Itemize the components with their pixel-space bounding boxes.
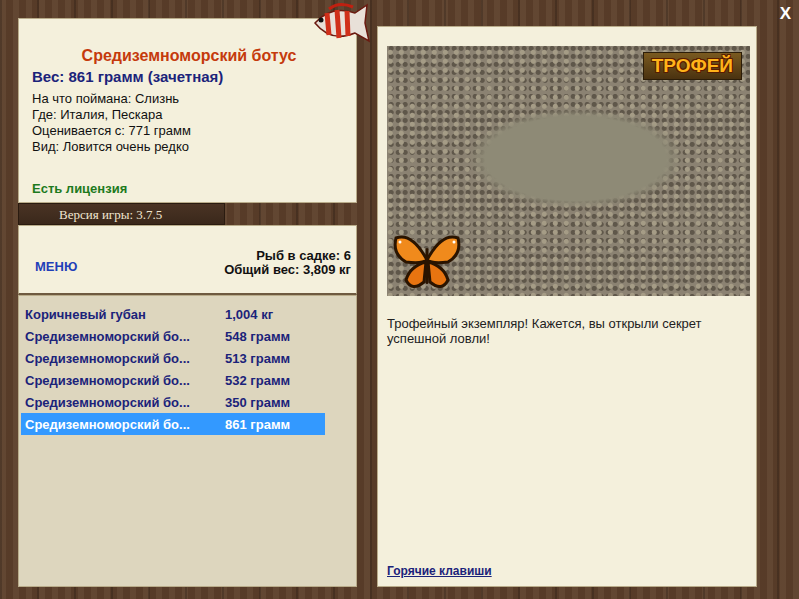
catch-name: Коричневый губан (25, 307, 225, 322)
close-button[interactable]: X (780, 4, 791, 24)
fish-detail: На что поймана: Слизнь (32, 91, 346, 107)
catch-row[interactable]: Средиземноморский бо...350 грамм (21, 391, 325, 413)
total-weight: Общий вес: 3,809 кг (224, 263, 351, 277)
version-label: Версия игры: 3.7.5 (18, 203, 225, 225)
catch-row[interactable]: Средиземноморский бо...513 грамм (21, 347, 325, 369)
catch-weight: 532 грамм (225, 373, 290, 388)
fish-detail: Где: Италия, Пескара (32, 107, 346, 123)
catch-row[interactable]: Средиземноморский бо...861 грамм (21, 413, 325, 435)
catch-weight: 350 грамм (225, 395, 290, 410)
catch-message: Трофейный экземпляр! Кажется, вы открыли… (387, 316, 749, 346)
fish-icon (309, 1, 379, 47)
fish-photo: ТРОФЕЙ (387, 46, 750, 296)
catch-row[interactable]: Средиземноморский бо...548 грамм (21, 325, 325, 347)
trophy-badge: ТРОФЕЙ (643, 52, 742, 80)
fish-name: Средиземноморский ботус (32, 47, 346, 65)
fish-detail-panel: ТРОФЕЙ Трофейный экземпляр! Кажется, вы о… (377, 26, 757, 587)
catch-list: Коричневый губан1,004 кгСредиземноморски… (18, 295, 357, 587)
butterfly-icon (392, 230, 462, 294)
catch-name: Средиземноморский бо... (25, 329, 225, 344)
catch-weight: 1,004 кг (225, 307, 273, 322)
game-window: Средиземноморский ботус Вес: 861 грамм (з… (0, 0, 799, 599)
fish-detail: Оценивается с: 771 грамм (32, 123, 346, 139)
catch-row[interactable]: Коричневый губан1,004 кг (21, 303, 325, 325)
keepnet-panel: МЕНЮ Рыб в садке: 6Общий вес: 3,809 кг (18, 225, 357, 295)
catch-name: Средиземноморский бо... (25, 351, 225, 366)
catch-weight: 513 грамм (225, 351, 290, 366)
hotkeys-link[interactable]: Горячие клавиши (387, 564, 749, 578)
catch-weight: 548 грамм (225, 329, 290, 344)
catch-row[interactable]: Средиземноморский бо...532 грамм (21, 369, 325, 391)
fish-count: Рыб в садке: 6 (224, 249, 351, 263)
keepnet-counts: Рыб в садке: 6Общий вес: 3,809 кг (224, 249, 351, 277)
fish-weight: Вес: 861 грамм (зачетная) (32, 68, 346, 85)
left-column: Средиземноморский ботус Вес: 861 грамм (з… (18, 18, 357, 587)
catch-name: Средиземноморский бо... (25, 395, 225, 410)
license-status: Есть лицензия (32, 181, 346, 196)
catch-name: Средиземноморский бо... (25, 373, 225, 388)
menu-button[interactable]: МЕНЮ (35, 259, 77, 274)
fish-info-panel: Средиземноморский ботус Вес: 861 грамм (з… (18, 18, 357, 203)
catch-weight: 861 грамм (225, 417, 290, 432)
fish-detail: Вид: Ловится очень редко (32, 139, 346, 155)
catch-name: Средиземноморский бо... (25, 417, 225, 432)
